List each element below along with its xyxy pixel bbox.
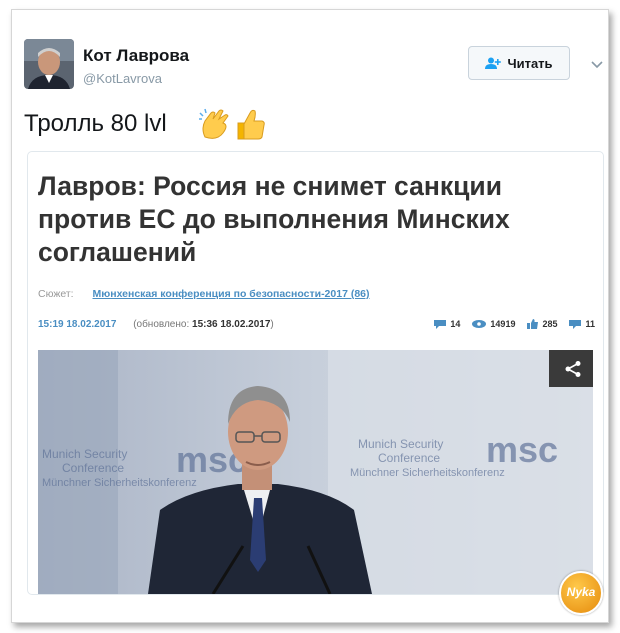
story-line: Сюжет: Мюнхенская конференция по безопас… [38, 288, 370, 300]
story-label: Сюжет: [38, 288, 74, 300]
updated-time: 15:36 18.02.2017 [192, 319, 271, 330]
story-link[interactable]: Мюнхенская конференция по безопасности-2… [93, 288, 370, 300]
clapping-hands-icon [199, 108, 229, 139]
updated-label: (обновлено: [133, 319, 190, 330]
banner-text-left-1: Munich Security [42, 447, 127, 461]
banner-text-left-2: Conference [62, 461, 124, 475]
thumbs-up-icon [237, 109, 265, 140]
banner-text-left-3: Münchner Sicherheitskonferenz [42, 477, 197, 489]
add-user-icon [485, 57, 502, 69]
watermark-text: Nyka [566, 585, 596, 599]
tweet-text: Тролль 80 lvl [24, 110, 167, 137]
article-card[interactable]: Лавров: Россия не снимет санкции против … [27, 151, 604, 595]
banner-text-right-1: Munich Security [358, 437, 443, 451]
views-count: 14919 [490, 319, 516, 329]
user-name[interactable]: Кот Лаврова [83, 46, 189, 66]
user-handle[interactable]: @KotLavrova [83, 71, 162, 86]
watermark-logo: Nyka [559, 571, 603, 615]
banner-text-right-2: Conference [378, 451, 440, 465]
avatar[interactable] [24, 39, 74, 89]
comments-count: 14 [450, 319, 461, 329]
likes-count: 285 [542, 319, 558, 329]
banner-text-right-3: Münchner Sicherheitskonferenz [350, 467, 505, 479]
tweet-embed: Кот Лаврова @KotLavrova Читать Тролль 80… [11, 9, 609, 623]
article-meta: 15:19 18.02.2017 (обновлено: 15:36 18.02… [38, 319, 274, 330]
chevron-down-icon[interactable] [590, 59, 604, 69]
banner-logo-right: msc [486, 429, 558, 470]
reposts-stat[interactable]: 11 [569, 319, 595, 329]
comments-stat[interactable]: 14 [434, 319, 460, 329]
likes-stat[interactable]: 285 [527, 319, 557, 329]
comment-icon [434, 319, 447, 329]
updated-close: ) [270, 319, 274, 330]
article-stats: 14 14919 285 11 [434, 319, 595, 329]
repost-icon [569, 319, 582, 329]
reposts-count: 11 [585, 319, 595, 329]
follow-button-label: Читать [507, 55, 553, 71]
views-stat: 14919 [472, 319, 515, 329]
eye-icon [472, 320, 487, 328]
share-icon [565, 360, 581, 377]
like-icon [527, 319, 539, 329]
article-photo[interactable]: Munich Security Conference Münchner Sich… [38, 350, 593, 594]
follow-button[interactable]: Читать [468, 46, 570, 80]
updated-info: (обновлено: 15:36 18.02.2017) [133, 319, 274, 330]
published-time[interactable]: 15:19 18.02.2017 [38, 319, 116, 330]
article-headline[interactable]: Лавров: Россия не снимет санкции против … [38, 170, 593, 269]
share-button[interactable] [549, 350, 593, 387]
